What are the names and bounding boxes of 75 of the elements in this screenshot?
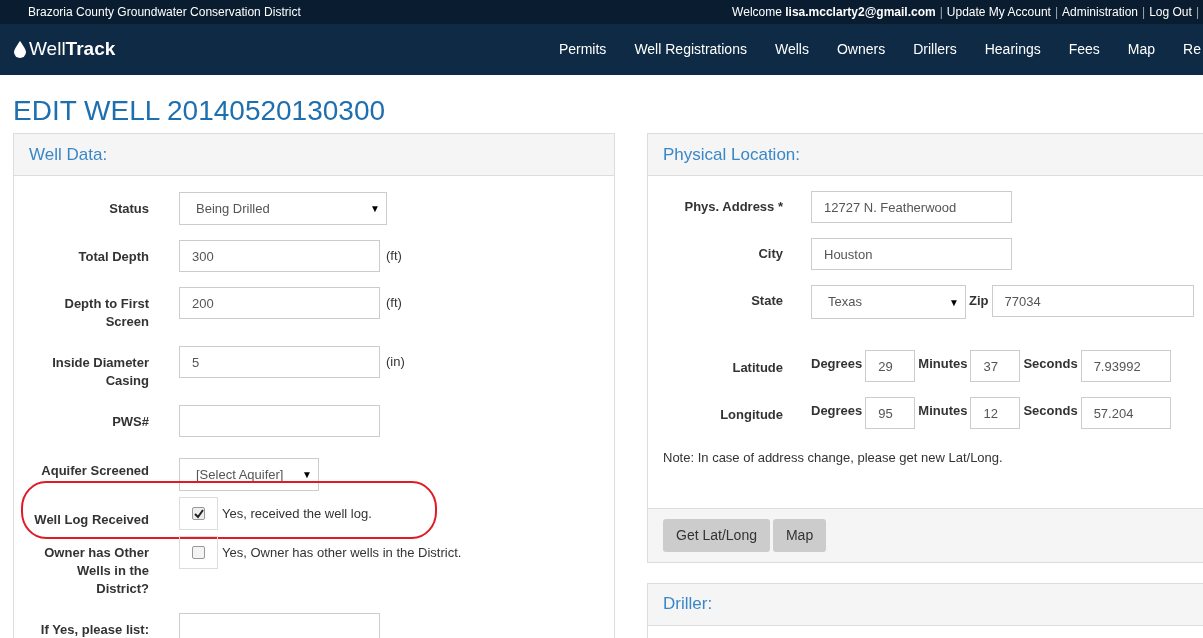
- field-label: Longitude: [719, 406, 783, 424]
- separator: |: [1195, 4, 1200, 21]
- field-label: Seconds: [1023, 355, 1078, 373]
- caret-icon: ▼: [302, 467, 312, 482]
- field-label: Phys. Address *: [683, 198, 783, 216]
- field-label: Well Log Received: [33, 511, 149, 529]
- top-link[interactable]: Log Out: [1149, 3, 1192, 21]
- nav-link[interactable]: Drillers: [913, 39, 957, 60]
- caret-icon: ▼: [370, 201, 380, 216]
- nav-link[interactable]: Fees: [1068, 39, 1100, 60]
- water-drop-icon: [14, 41, 26, 58]
- nav-link[interactable]: Re: [1183, 39, 1201, 60]
- field-label: City: [757, 245, 783, 263]
- nav-link[interactable]: Well Registrations: [634, 39, 747, 60]
- text-field[interactable]: [179, 405, 380, 437]
- field-label: Degrees: [811, 402, 863, 420]
- top-link[interactable]: Update My Account: [946, 3, 1051, 21]
- field-label: Status: [108, 200, 149, 218]
- field-label: Depth to First Screen: [63, 295, 149, 331]
- text-field[interactable]: Houston: [811, 238, 1012, 270]
- panel-title: Well Data:: [29, 143, 108, 166]
- action-button[interactable]: Map: [772, 518, 827, 552]
- text-field[interactable]: 12727 N. Featherwood: [811, 191, 1012, 223]
- checkbox[interactable]: [192, 507, 205, 520]
- nav-link[interactable]: Wells: [774, 39, 809, 60]
- nav-link[interactable]: Hearings: [984, 39, 1041, 60]
- note-text: Note: In case of address change, please get new Lat/Long.: [662, 449, 1004, 467]
- action-button[interactable]: Get Lat/Long: [663, 518, 770, 552]
- text-field[interactable]: 5: [179, 346, 380, 378]
- panel-title: Physical Location:: [663, 143, 801, 166]
- unit-label: (in): [386, 353, 405, 371]
- caret-icon: ▼: [949, 294, 959, 310]
- panel-title: Driller:: [663, 593, 713, 616]
- checkbox-label: Yes, received the well log.: [222, 505, 372, 523]
- nav-link[interactable]: Owners: [836, 39, 886, 60]
- field-label: Degrees: [811, 355, 863, 373]
- text-field[interactable]: 29: [865, 350, 916, 382]
- field-label: Zip: [969, 292, 989, 310]
- unit-label: (ft): [386, 294, 402, 312]
- organization-name: Brazoria County Groundwater Conservation District: [28, 4, 301, 21]
- field-label: Latitude: [731, 359, 783, 377]
- field-label: Minutes: [918, 355, 968, 373]
- text-field[interactable]: 57.204: [1080, 397, 1171, 429]
- field-label: Minutes: [918, 402, 968, 420]
- field-label: Inside Diameter Casing: [51, 354, 149, 390]
- separator: |: [1142, 4, 1146, 21]
- text-field[interactable]: 300: [179, 240, 380, 272]
- checkbox-label: Yes, Owner has other wells in the District.: [222, 544, 462, 562]
- welcome-text: Welcome lisa.mcclarty2@gmail.com: [732, 4, 936, 21]
- field-label: State: [750, 292, 783, 310]
- separator: |: [939, 4, 943, 21]
- select-dropdown[interactable]: Being Drilled ▼: [179, 192, 387, 225]
- separator: |: [1054, 4, 1058, 21]
- top-link[interactable]: Administration: [1062, 3, 1139, 21]
- checkbox[interactable]: [192, 546, 205, 559]
- text-field[interactable]: 37: [970, 350, 1021, 382]
- nav-link[interactable]: Permits: [558, 39, 607, 60]
- page-title: EDIT WELL 20140520130300: [12, 94, 387, 128]
- nav-link[interactable]: Map: [1127, 39, 1156, 60]
- field-label: If Yes, please list:: [39, 621, 149, 638]
- text-field[interactable]: 7.93992: [1080, 350, 1171, 382]
- field-label: Total Depth: [77, 248, 149, 266]
- select-dropdown[interactable]: [Select Aquifer] ▼: [179, 458, 319, 491]
- brand-logo[interactable]: WellTrack: [14, 35, 116, 64]
- unit-label: (ft): [386, 247, 402, 265]
- text-field[interactable]: [179, 613, 380, 638]
- select-dropdown[interactable]: Texas ▼: [811, 285, 966, 319]
- field-label: PWS#: [111, 413, 149, 431]
- text-field[interactable]: 200: [179, 287, 380, 319]
- text-field[interactable]: 77034: [991, 285, 1194, 317]
- field-label: Aquifer Screened: [40, 462, 149, 480]
- field-label: Owner has Other Wells in the District?: [43, 544, 149, 598]
- field-label: Seconds: [1023, 402, 1078, 420]
- text-field[interactable]: 95: [865, 397, 916, 429]
- text-field[interactable]: 12: [970, 397, 1021, 429]
